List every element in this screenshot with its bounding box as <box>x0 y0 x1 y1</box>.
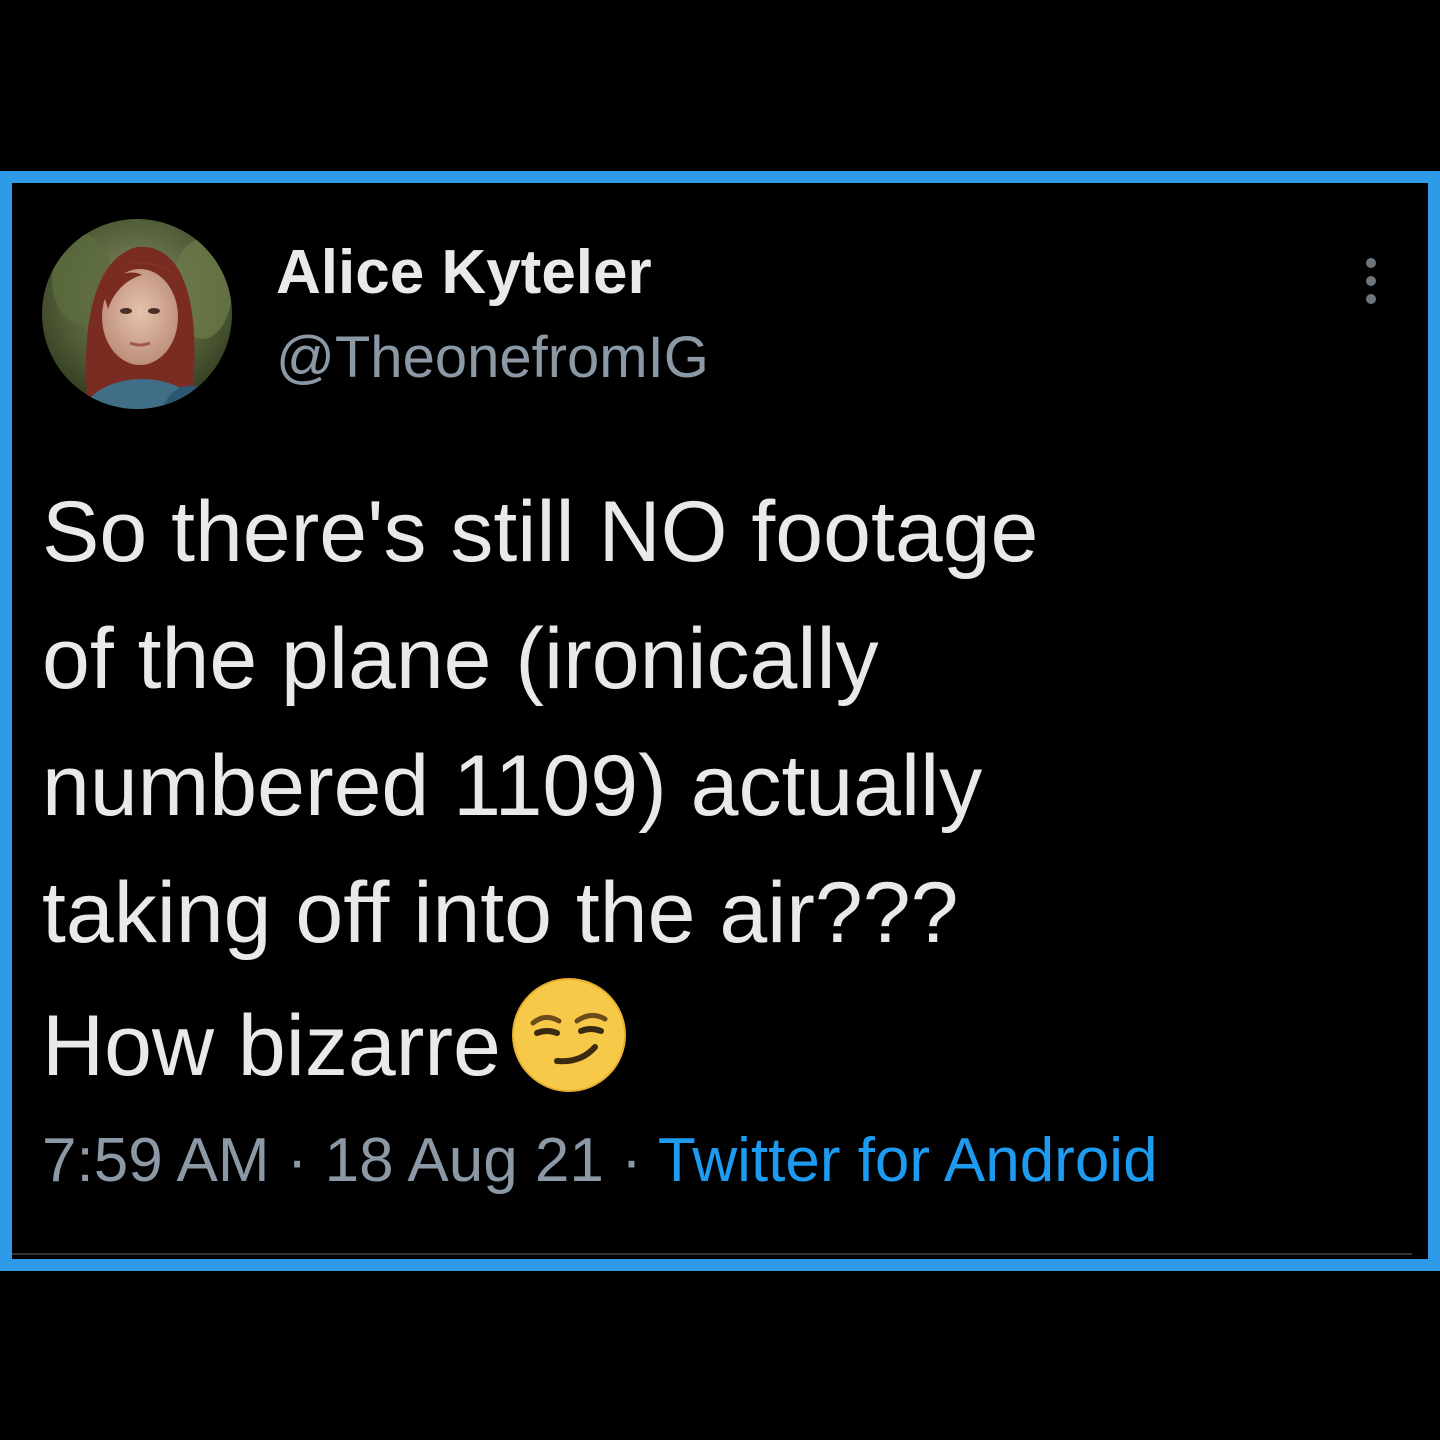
tweet-text-line: of the plane (ironically <box>42 611 879 707</box>
tweet-text-line: So there's still NO footage <box>42 484 1039 580</box>
tweet-date[interactable]: 18 Aug 21 <box>325 1126 604 1195</box>
more-options-button[interactable] <box>1356 251 1386 311</box>
tweet-text-line: taking off into the air??? <box>42 865 959 961</box>
tweet-text-line-last: How bizarre <box>42 977 1382 1104</box>
author-handle[interactable]: @TheonefromIG <box>276 325 709 391</box>
tweet-text: So there's still NO footage of the plane… <box>42 469 1382 1104</box>
smirking-face-icon <box>511 977 627 1093</box>
meta-separator: · <box>621 1126 642 1195</box>
vertical-ellipsis-icon <box>1366 258 1376 304</box>
avatar[interactable] <box>42 219 232 409</box>
tweet-text-line: numbered 1109) actually <box>42 738 983 834</box>
tweet-time[interactable]: 7:59 AM <box>42 1126 269 1195</box>
meta-separator: · <box>286 1126 308 1195</box>
tweet-card: Alice Kyteler @TheonefromIG So there's s… <box>0 171 1440 1271</box>
tweet-source-link[interactable]: Twitter for Android <box>658 1126 1158 1195</box>
author-name[interactable]: Alice Kyteler <box>276 237 652 309</box>
tweet-meta: 7:59 AM · 18 Aug 21 · Twitter for Androi… <box>42 1121 1158 1201</box>
profile-photo <box>42 219 232 409</box>
divider <box>12 1253 1412 1255</box>
tweet-text-line: How bizarre <box>42 998 501 1094</box>
